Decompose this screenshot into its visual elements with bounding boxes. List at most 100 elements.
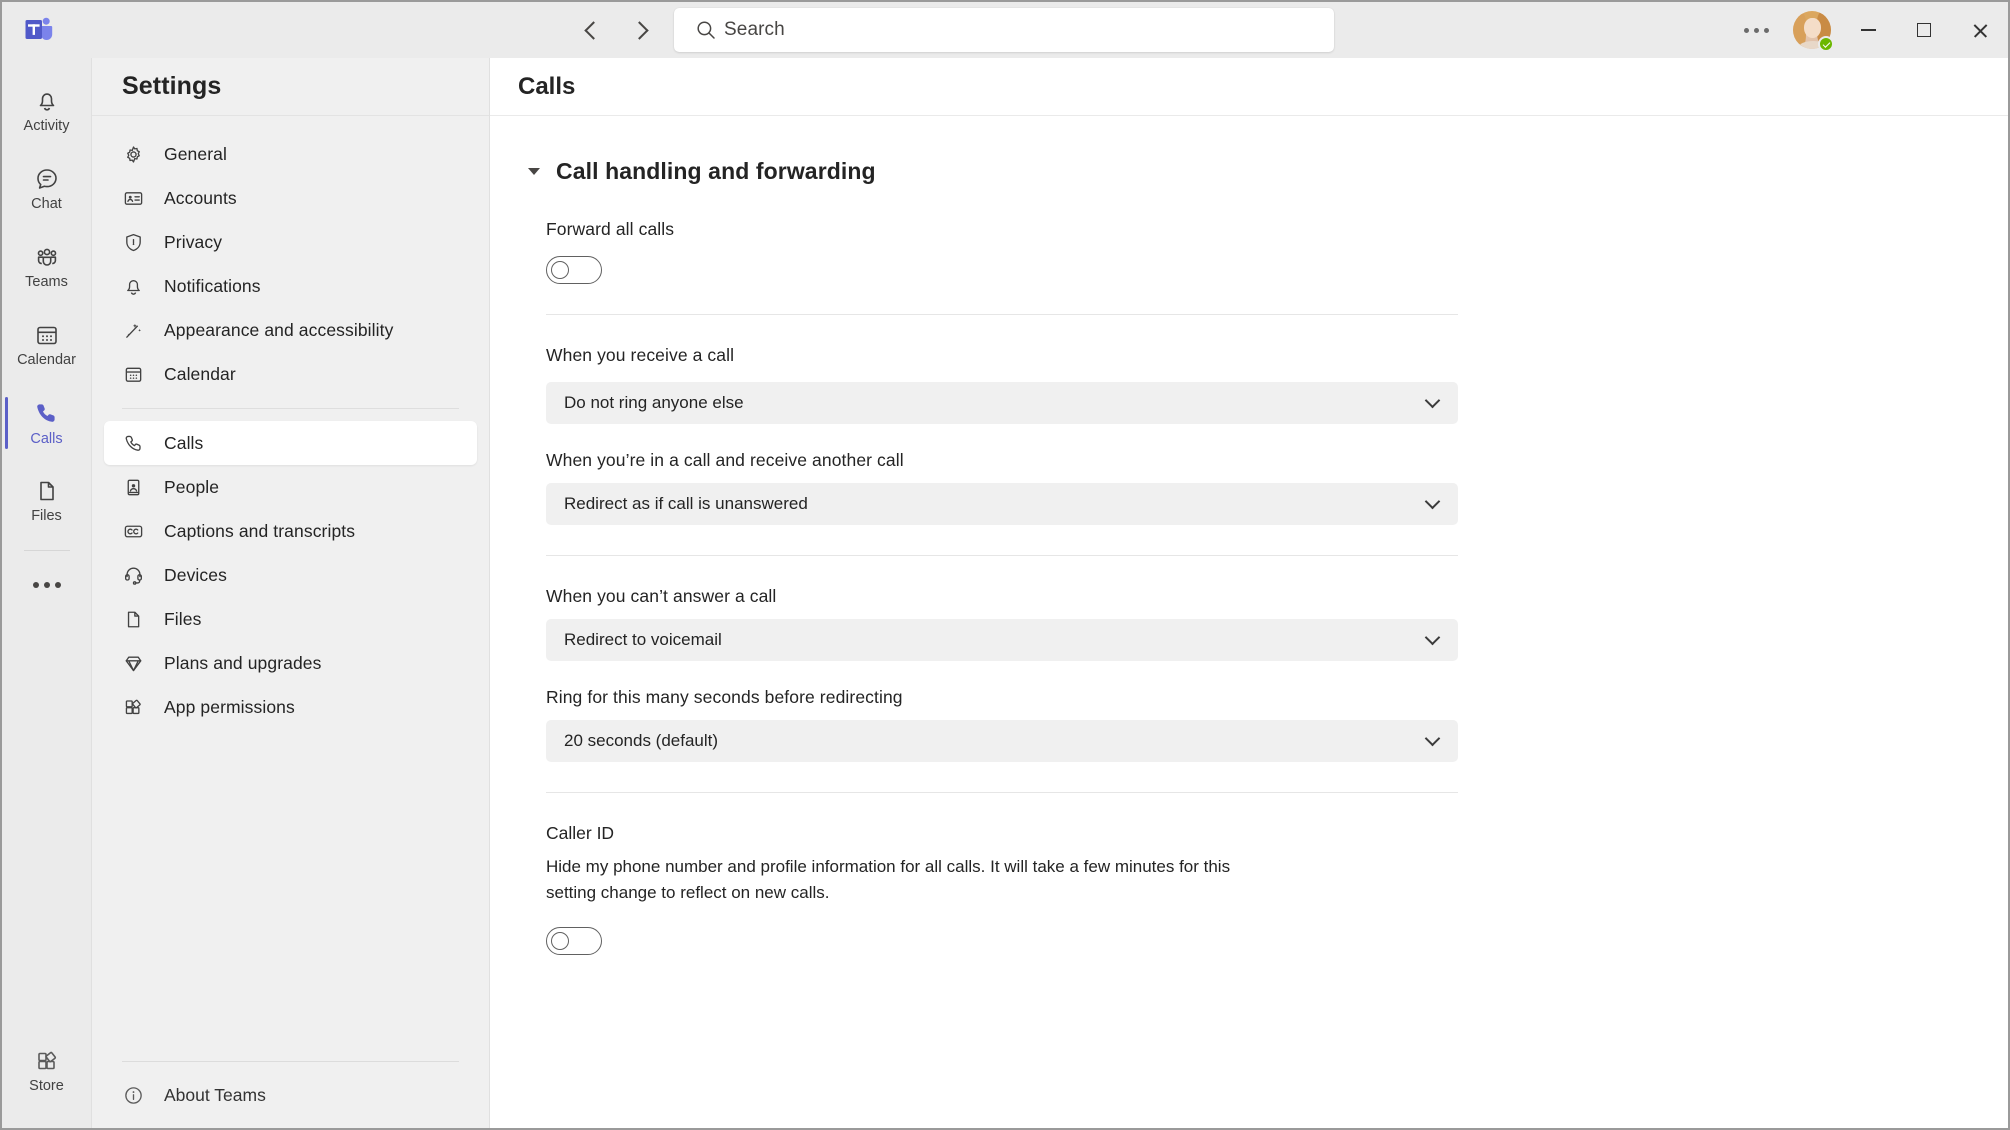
rail-item-calendar[interactable]: Calendar <box>2 306 92 384</box>
sidebar-divider <box>122 408 459 409</box>
maximize-button[interactable] <box>1896 2 1952 58</box>
rail-item-files[interactable]: Files <box>2 462 92 540</box>
person-card-icon <box>122 476 144 498</box>
rail-label-store: Store <box>29 1078 64 1095</box>
minimize-button[interactable] <box>1840 2 1896 58</box>
chevron-down-icon <box>1424 730 1441 747</box>
rail-label-teams: Teams <box>25 274 68 291</box>
sidebar-label: Appearance and accessibility <box>164 319 394 340</box>
active-indicator <box>4 397 8 449</box>
rail-label-calls: Calls <box>30 430 63 447</box>
sidebar-label: Calls <box>164 432 204 453</box>
rail-item-store[interactable]: Store <box>2 1032 92 1110</box>
minimize-icon <box>1860 29 1876 31</box>
cant-answer-a-call-label: When you can’t answer a call <box>546 586 777 606</box>
rail-more-apps-button[interactable] <box>2 557 92 613</box>
section-call-handling-toggle[interactable]: Call handling and forwarding <box>528 158 1590 185</box>
about-teams-label: About Teams <box>164 1084 266 1105</box>
sidebar-label: Accounts <box>164 187 237 208</box>
rail-label-calendar: Calendar <box>17 352 76 369</box>
sidebar-item-devices[interactable]: Devices <box>104 553 477 597</box>
sidebar-item-files[interactable]: Files <box>104 597 477 641</box>
ring-seconds-dropdown[interactable]: 20 seconds (default) <box>546 720 1458 762</box>
chevron-down-icon <box>1424 493 1441 510</box>
sidebar-item-notifications[interactable]: Notifications <box>104 264 477 308</box>
dropdown-value: 20 seconds (default) <box>564 731 719 750</box>
sidebar-item-app-permissions[interactable]: App permissions <box>104 685 477 729</box>
forward-all-calls-toggle[interactable] <box>546 256 602 284</box>
chat-icon <box>34 166 60 192</box>
page-title: Calls <box>518 72 576 100</box>
window-controls <box>1728 2 2008 58</box>
title-bar: Search <box>2 2 2008 58</box>
sidebar-label: Notifications <box>164 275 261 296</box>
file-icon <box>34 478 60 504</box>
sidebar-item-accounts[interactable]: Accounts <box>104 176 477 220</box>
sidebar-item-appearance-and-accessibility[interactable]: Appearance and accessibility <box>104 308 477 352</box>
sidebar-item-calendar[interactable]: Calendar <box>104 352 477 396</box>
calendar-icon <box>34 322 60 348</box>
forward-button[interactable] <box>624 13 658 47</box>
settings-sidebar: Settings General Accounts Privacy Notifi… <box>92 58 490 1128</box>
toggle-knob <box>551 261 569 279</box>
dropdown-value: Redirect as if call is unanswered <box>564 494 808 513</box>
sidebar-label: General <box>164 143 227 164</box>
rail-label-chat: Chat <box>31 196 62 213</box>
cant-answer-a-call-dropdown[interactable]: Redirect to voicemail <box>546 619 1458 661</box>
forward-all-calls-label: Forward all calls <box>546 219 675 239</box>
footer-divider <box>122 1061 459 1062</box>
rail-divider <box>23 550 70 551</box>
teams-icon <box>34 244 60 270</box>
maximize-icon <box>1917 23 1931 37</box>
gear-icon <box>122 143 144 165</box>
settings-title: Settings <box>122 72 222 100</box>
settings-footer: About Teams <box>92 1061 489 1128</box>
teams-window: Search Activity Chat Teams Calendar Call… <box>0 0 2010 1130</box>
sidebar-item-general[interactable]: General <box>104 132 477 176</box>
search-box[interactable]: Search <box>674 8 1334 52</box>
content-header: Calls <box>490 58 2008 116</box>
forward-all-calls-field: Forward all calls When you receive a cal… <box>528 219 1590 955</box>
sidebar-label: Privacy <box>164 231 223 252</box>
rail-item-chat[interactable]: Chat <box>2 150 92 228</box>
caller-id-toggle[interactable] <box>546 926 602 955</box>
bell-icon <box>34 88 60 114</box>
when-you-receive-a-call-dropdown[interactable]: Do not ring anyone else <box>546 382 1458 424</box>
app-rail: Activity Chat Teams Calendar Calls Files… <box>2 58 92 1128</box>
section-title: Call handling and forwarding <box>556 158 876 184</box>
back-button[interactable] <box>574 13 608 47</box>
settings-and-more-button[interactable] <box>1728 2 1784 58</box>
sidebar-item-plans-and-upgrades[interactable]: Plans and upgrades <box>104 641 477 685</box>
calendar-icon <box>122 363 144 385</box>
phone-icon <box>122 432 144 454</box>
sidebar-label: People <box>164 476 220 497</box>
sidebar-item-privacy[interactable]: Privacy <box>104 220 477 264</box>
chevron-down-icon <box>528 168 540 175</box>
sidebar-item-captions-and-transcripts[interactable]: Captions and transcripts <box>104 509 477 553</box>
divider <box>546 555 1458 556</box>
rail-item-calls[interactable]: Calls <box>2 384 92 462</box>
headset-icon <box>122 564 144 586</box>
ring-seconds-label: Ring for this many seconds before redire… <box>546 687 903 707</box>
diamond-icon <box>122 652 144 674</box>
rail-item-activity[interactable]: Activity <box>2 72 92 150</box>
sidebar-label: Files <box>164 608 202 629</box>
close-icon <box>1972 22 1989 39</box>
sidebar-item-people[interactable]: People <box>104 465 477 509</box>
dropdown-value: Do not ring anyone else <box>564 393 744 412</box>
account-avatar-button[interactable] <box>1784 2 1840 58</box>
chevron-right-icon <box>629 20 649 40</box>
close-button[interactable] <box>1952 2 2008 58</box>
settings-header: Settings <box>92 58 489 116</box>
ellipsis-icon <box>32 582 61 588</box>
app-logo <box>2 15 74 45</box>
about-teams-button[interactable]: About Teams <box>92 1084 489 1106</box>
rail-item-teams[interactable]: Teams <box>2 228 92 306</box>
in-a-call-another-call-dropdown[interactable]: Redirect as if call is unanswered <box>546 483 1458 525</box>
sidebar-item-calls[interactable]: Calls <box>104 421 477 465</box>
when-you-receive-a-call-label: When you receive a call <box>546 345 735 365</box>
sidebar-label: Plans and upgrades <box>164 652 322 673</box>
sidebar-label: Calendar <box>164 363 236 384</box>
sidebar-label: Captions and transcripts <box>164 520 356 541</box>
microsoft-teams-logo <box>23 15 53 45</box>
